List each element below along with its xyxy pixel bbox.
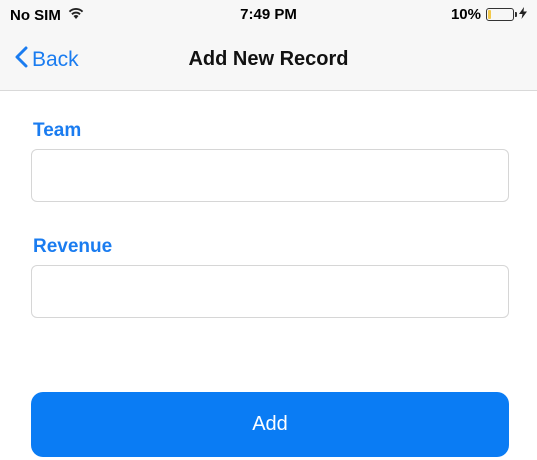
revenue-label: Revenue	[33, 236, 113, 257]
charging-icon	[519, 6, 527, 23]
page-title: Add New Record	[188, 48, 349, 70]
team-label: Team	[33, 120, 82, 141]
battery-level	[488, 10, 491, 19]
status-bar: No SIM 7:49 PM 10%	[0, 0, 537, 28]
add-button[interactable]: Add	[31, 392, 509, 457]
battery-percent: 10%	[450, 6, 481, 23]
navigation-bar: Back Add New Record	[0, 28, 537, 91]
revenue-input[interactable]	[31, 265, 509, 318]
status-right: 10%	[451, 6, 527, 23]
team-input[interactable]	[31, 149, 509, 202]
battery-icon	[486, 8, 517, 21]
